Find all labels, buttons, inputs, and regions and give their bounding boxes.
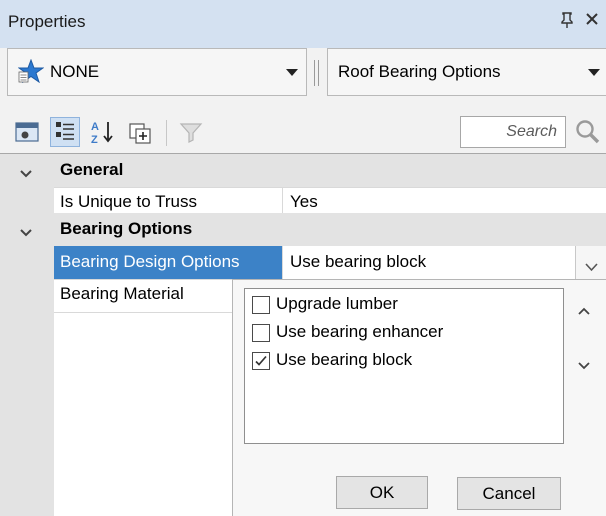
chevron-down-icon bbox=[585, 257, 598, 277]
option-label[interactable]: Use bearing enhancer bbox=[276, 322, 443, 342]
expand-all-icon[interactable] bbox=[126, 117, 156, 147]
toolbar-separator bbox=[166, 120, 167, 146]
svg-text:A: A bbox=[91, 121, 99, 133]
row-divider bbox=[54, 187, 606, 188]
checkbox-checked[interactable] bbox=[252, 352, 270, 370]
property-name: Bearing Material bbox=[60, 284, 184, 303]
categorized-icon[interactable] bbox=[50, 117, 80, 147]
checkmark-icon bbox=[255, 355, 267, 366]
sort-alphabetical-icon[interactable]: A Z bbox=[88, 117, 118, 147]
separator bbox=[318, 60, 319, 86]
search-placeholder: Search bbox=[506, 123, 557, 140]
pin-icon[interactable] bbox=[560, 12, 574, 33]
checkbox[interactable] bbox=[252, 296, 270, 314]
scroll-down-button[interactable] bbox=[572, 350, 596, 382]
chevron-down-icon[interactable] bbox=[20, 223, 32, 237]
chevron-down-icon[interactable] bbox=[20, 164, 32, 178]
chevron-down-icon bbox=[578, 362, 590, 370]
star-icon bbox=[17, 58, 45, 88]
chevron-down-icon bbox=[588, 69, 600, 76]
category-label: Bearing Options bbox=[60, 219, 193, 238]
options-selector[interactable]: Roof Bearing Options bbox=[327, 48, 606, 96]
search-icon[interactable] bbox=[574, 118, 602, 151]
svg-text:Z: Z bbox=[91, 134, 98, 146]
category-bearing-options[interactable]: Bearing Options bbox=[0, 213, 606, 246]
panel-title: Properties bbox=[8, 12, 86, 31]
close-icon[interactable] bbox=[585, 10, 599, 31]
properties-title-bar bbox=[0, 0, 606, 48]
property-value[interactable]: Yes bbox=[290, 192, 318, 212]
ok-button[interactable]: OK bbox=[336, 476, 428, 509]
selected-row-highlight[interactable]: Bearing Design Options bbox=[54, 246, 282, 279]
property-value[interactable]: Use bearing block bbox=[290, 252, 426, 272]
separator bbox=[314, 60, 315, 86]
option-label[interactable]: Upgrade lumber bbox=[276, 294, 398, 314]
filter-icon[interactable] bbox=[176, 117, 206, 147]
property-name: Bearing Design Options bbox=[60, 252, 240, 271]
category-label: General bbox=[60, 160, 124, 179]
checkbox[interactable] bbox=[252, 324, 270, 342]
grid-gutter bbox=[0, 154, 54, 516]
property-pages-icon[interactable] bbox=[12, 117, 42, 147]
element-selector[interactable]: NONE bbox=[7, 48, 307, 96]
scroll-up-button[interactable] bbox=[572, 296, 596, 328]
value-dropdown-button[interactable] bbox=[575, 246, 606, 279]
element-selector-value: NONE bbox=[50, 62, 100, 81]
cancel-button[interactable]: Cancel bbox=[457, 477, 561, 510]
option-label[interactable]: Use bearing block bbox=[276, 350, 412, 370]
chevron-down-icon bbox=[286, 69, 298, 76]
property-name: Is Unique to Truss bbox=[60, 192, 198, 211]
search-input[interactable]: Search bbox=[460, 116, 566, 148]
chevron-up-icon bbox=[578, 307, 590, 315]
row-divider bbox=[54, 312, 232, 313]
options-selector-value: Roof Bearing Options bbox=[338, 62, 501, 81]
category-general[interactable]: General bbox=[0, 154, 606, 187]
column-divider bbox=[282, 246, 283, 279]
